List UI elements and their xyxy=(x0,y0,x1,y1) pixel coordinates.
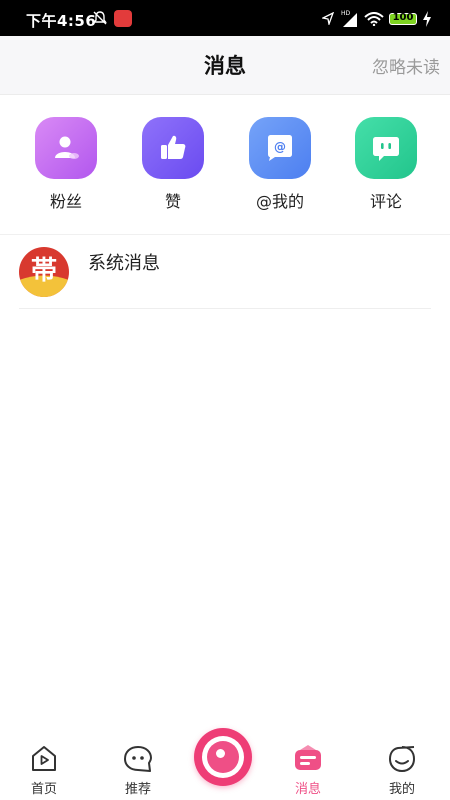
system-logo-icon: 帯 xyxy=(19,256,69,297)
category-likes[interactable]: 赞 xyxy=(133,117,213,212)
list-item-system-message[interactable]: 帯 系统消息 xyxy=(0,235,450,309)
home-icon xyxy=(28,743,60,775)
status-bar: 下午4:56 HD 100 xyxy=(0,0,450,36)
nav-messages[interactable]: 消息 xyxy=(268,736,348,797)
charging-icon xyxy=(423,11,431,27)
app-notification-icon xyxy=(114,10,132,27)
thumbs-up-icon xyxy=(142,117,204,179)
signal-icon: HD xyxy=(341,10,357,27)
divider xyxy=(19,308,431,309)
wifi-icon xyxy=(364,12,384,26)
system-logo-glyph: 帯 xyxy=(31,256,57,286)
fans-icon xyxy=(35,117,97,179)
category-fans[interactable]: 粉丝 xyxy=(26,117,106,212)
mention-icon: @ xyxy=(249,117,311,179)
system-message-title: 系统消息 xyxy=(88,253,160,274)
battery-level: 100 xyxy=(392,12,414,23)
nav-profile[interactable]: 我的 xyxy=(362,736,442,797)
svg-text:@: @ xyxy=(274,140,286,154)
profile-icon xyxy=(386,743,418,775)
nav-home[interactable]: 首页 xyxy=(4,736,84,797)
network-label: HD xyxy=(341,10,351,17)
battery-icon: 100 xyxy=(389,12,417,25)
nav-recommend-label: 推荐 xyxy=(124,782,151,797)
status-time: 下午4:56 xyxy=(26,12,97,30)
page-header: 消息 忽略未读 xyxy=(0,36,450,95)
nav-messages-label: 消息 xyxy=(294,782,321,797)
category-mentions[interactable]: @ @我的 xyxy=(240,117,320,212)
location-icon xyxy=(322,12,334,25)
category-mentions-label: @我的 xyxy=(255,192,304,211)
nav-home-label: 首页 xyxy=(30,782,57,797)
ignore-unread-button[interactable]: 忽略未读 xyxy=(372,53,440,78)
category-comments[interactable]: 评论 xyxy=(346,117,426,212)
comment-icon xyxy=(355,117,417,179)
category-comments-label: 评论 xyxy=(369,192,402,211)
system-message-avatar: 帯 xyxy=(19,247,69,297)
category-likes-label: 赞 xyxy=(164,192,181,211)
recommend-icon xyxy=(122,743,154,775)
camera-publish-button[interactable] xyxy=(194,728,252,786)
camera-icon xyxy=(216,749,225,758)
nav-profile-label: 我的 xyxy=(388,782,415,797)
message-icon xyxy=(292,743,324,775)
nav-recommend[interactable]: 推荐 xyxy=(98,736,178,797)
message-categories: 粉丝 赞 @ @我的 评论 xyxy=(0,94,450,235)
category-fans-label: 粉丝 xyxy=(49,192,82,211)
bell-muted-icon xyxy=(93,11,107,25)
